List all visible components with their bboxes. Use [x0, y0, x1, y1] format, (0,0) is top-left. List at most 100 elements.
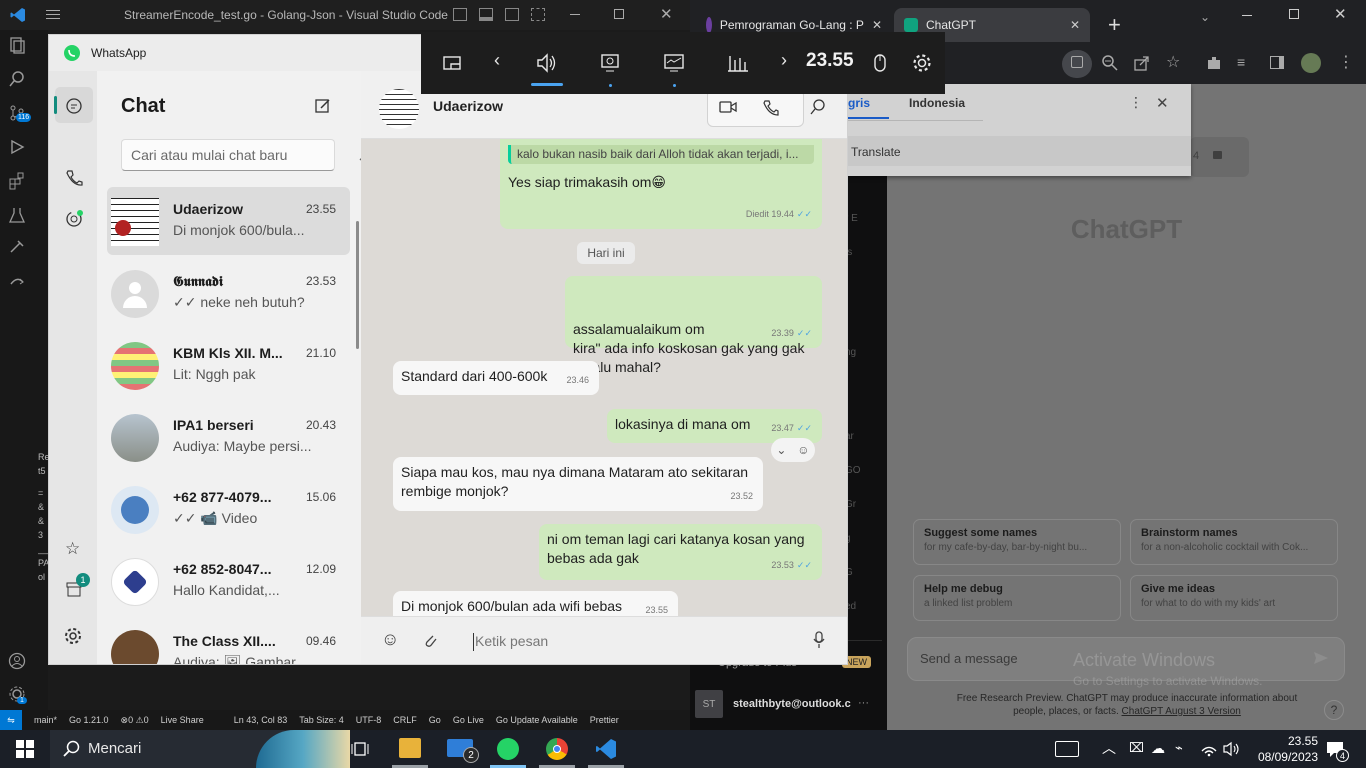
- starred-icon[interactable]: ☆: [65, 539, 80, 559]
- wifi-icon[interactable]: [1200, 741, 1218, 757]
- chrome-close-button[interactable]: ✕: [1334, 5, 1347, 23]
- remote-indicator-icon[interactable]: ⇋: [0, 710, 22, 730]
- conversation-search-icon[interactable]: [810, 99, 826, 115]
- menu-icon[interactable]: [46, 14, 60, 15]
- suggestion-card[interactable]: Help me debug a linked list problem: [913, 575, 1121, 621]
- mouse-icon[interactable]: [871, 52, 893, 74]
- message-bubble[interactable]: kalo bukan nasib baik dari Alloh tidak a…: [500, 139, 822, 229]
- resources-icon[interactable]: [727, 52, 749, 74]
- suggestion-card[interactable]: Give me ideas for what to do with my kid…: [1130, 575, 1338, 621]
- message-bubble[interactable]: Siapa mau kos, mau nya dimana Mataram at…: [393, 457, 763, 511]
- settings-gear-icon[interactable]: [64, 627, 82, 645]
- zoom-icon[interactable]: [1102, 55, 1118, 71]
- share-icon[interactable]: [1134, 55, 1150, 71]
- chat-list-scrollbar[interactable]: [356, 221, 359, 349]
- account-icon[interactable]: [8, 652, 26, 670]
- status-eol[interactable]: CRLF: [393, 715, 417, 725]
- send-icon[interactable]: [1313, 650, 1329, 666]
- new-chat-icon[interactable]: [314, 97, 332, 115]
- volume-icon[interactable]: [1222, 741, 1240, 757]
- translate-tab-english[interactable]: gris: [848, 96, 870, 110]
- task-view-icon[interactable]: [350, 740, 370, 758]
- translate-options-icon[interactable]: ⋮: [1129, 94, 1143, 111]
- translate-close-icon[interactable]: ✕: [1156, 94, 1169, 112]
- chat-list-item[interactable]: Udaerizow 23.55 Di monjok 600/bula...: [107, 187, 350, 255]
- chat-list-item[interactable]: +62 852-8047... 12.09 Hallo Kandidat,...: [107, 547, 350, 615]
- extensions-icon[interactable]: [8, 172, 26, 190]
- layout-panel-icon[interactable]: [479, 8, 493, 21]
- minimize-button[interactable]: [570, 14, 580, 15]
- maximize-button[interactable]: [614, 9, 624, 19]
- reading-list-icon[interactable]: ≡: [1237, 54, 1245, 70]
- windows-start-icon[interactable]: [16, 740, 34, 758]
- scroll-left-icon[interactable]: ‹: [494, 50, 516, 72]
- status-go-version[interactable]: Go 1.21.0: [69, 715, 109, 725]
- remote-explorer-icon[interactable]: [8, 272, 26, 290]
- suggestion-card[interactable]: Suggest some names for my cafe-by-day, b…: [913, 519, 1121, 565]
- suggestion-card[interactable]: Brainstorm names for a non-alcoholic coc…: [1130, 519, 1338, 565]
- voice-call-icon[interactable]: [763, 99, 779, 117]
- contact-name[interactable]: Udaerizow: [433, 98, 503, 114]
- keyboard-layout-icon[interactable]: [1055, 741, 1079, 757]
- quoted-message[interactable]: kalo bukan nasib baik dari Alloh tidak a…: [508, 145, 814, 164]
- extension-tool-icon[interactable]: [8, 238, 26, 256]
- close-tab-icon[interactable]: ✕: [1070, 18, 1080, 32]
- new-tab-button[interactable]: +: [1108, 12, 1121, 38]
- attach-icon[interactable]: [423, 632, 437, 648]
- vscode-taskbar-icon[interactable]: [595, 738, 617, 760]
- contact-avatar[interactable]: [379, 89, 419, 129]
- status-go-live[interactable]: Go Live: [453, 715, 484, 725]
- chat-list-item[interactable]: KBM Kls XII. M... 21.10 Lit: Nggh pak: [107, 331, 350, 399]
- run-debug-icon[interactable]: [8, 138, 26, 156]
- scroll-right-icon[interactable]: ›: [781, 50, 803, 72]
- chrome-minimize-button[interactable]: [1242, 15, 1252, 16]
- version-link[interactable]: ChatGPT August 3 Version: [1122, 706, 1241, 717]
- capture-icon[interactable]: [599, 52, 621, 74]
- layout-secondary-icon[interactable]: [505, 8, 519, 21]
- clock[interactable]: 23.55 08/09/2023: [1248, 733, 1318, 765]
- microphone-icon[interactable]: [813, 631, 825, 649]
- status-tab-size[interactable]: Tab Size: 4: [299, 715, 344, 725]
- chat-list-item[interactable]: 𝕲𝖚𝖓𝖓𝖆𝖉𝖎 23.53 ✓✓ neke neh butuh?: [107, 259, 350, 327]
- message-composer-input[interactable]: Ketik pesan: [475, 633, 548, 649]
- show-hidden-icons-chevron[interactable]: ︿: [1102, 738, 1116, 758]
- calls-icon[interactable]: [65, 169, 83, 187]
- chrome-menu-icon[interactable]: ⋮: [1338, 52, 1354, 72]
- testing-icon[interactable]: [8, 206, 26, 224]
- bookmark-star-icon[interactable]: ☆: [1166, 52, 1180, 72]
- close-button[interactable]: ✕: [660, 5, 673, 23]
- help-button[interactable]: ?: [1324, 700, 1344, 720]
- translate-tab-indonesia[interactable]: Indonesia: [909, 96, 965, 110]
- chat-list-item[interactable]: +62 877-4079... 15.06 ✓✓ 📹 Video: [107, 475, 350, 543]
- video-call-icon[interactable]: [719, 99, 737, 115]
- status-encoding[interactable]: UTF-8: [356, 715, 382, 725]
- extensions-puzzle-icon[interactable]: [1206, 55, 1222, 71]
- status-language[interactable]: Go: [429, 715, 441, 725]
- search-icon[interactable]: [8, 70, 26, 88]
- tray-app-icon[interactable]: ⌧: [1129, 740, 1144, 756]
- profile-avatar[interactable]: [1301, 53, 1321, 73]
- explorer-icon[interactable]: [8, 36, 26, 54]
- widget-menu-icon[interactable]: [441, 52, 463, 74]
- emoji-icon[interactable]: ☺: [381, 629, 399, 650]
- battery-icon[interactable]: ⌁: [1175, 740, 1183, 756]
- status-prettier[interactable]: Prettier: [590, 715, 619, 725]
- chat-list-item[interactable]: The Class XII.... 09.46 Audiya: 🖼 Gambar: [107, 619, 350, 664]
- user-avatar[interactable]: ST: [695, 690, 723, 718]
- side-panel-icon[interactable]: [1270, 56, 1284, 69]
- customize-layout-icon[interactable]: [531, 8, 545, 21]
- status-cursor-position[interactable]: Ln 43, Col 83: [234, 715, 288, 725]
- tab-search-chevron-icon[interactable]: ⌄: [1200, 10, 1210, 24]
- settings-gear-icon[interactable]: [911, 52, 933, 74]
- message-bubble[interactable]: ni om teman lagi cari katanya kosan yang…: [539, 524, 822, 580]
- close-tab-icon[interactable]: ✕: [872, 18, 882, 32]
- audio-icon[interactable]: [535, 52, 557, 74]
- file-explorer-icon[interactable]: [399, 738, 421, 758]
- user-email[interactable]: stealthbyte@outlook.co: [733, 698, 851, 710]
- message-reaction-button[interactable]: ⌄ ☺: [771, 438, 815, 462]
- chrome-maximize-button[interactable]: [1289, 9, 1299, 19]
- chat-list-item[interactable]: IPA1 berseri 20.43 Audiya: Maybe persi..…: [107, 403, 350, 471]
- message-bubble[interactable]: Standard dari 400-600k 23.46: [393, 361, 599, 395]
- status-icon[interactable]: [65, 210, 83, 228]
- user-more-icon[interactable]: ···: [858, 697, 869, 709]
